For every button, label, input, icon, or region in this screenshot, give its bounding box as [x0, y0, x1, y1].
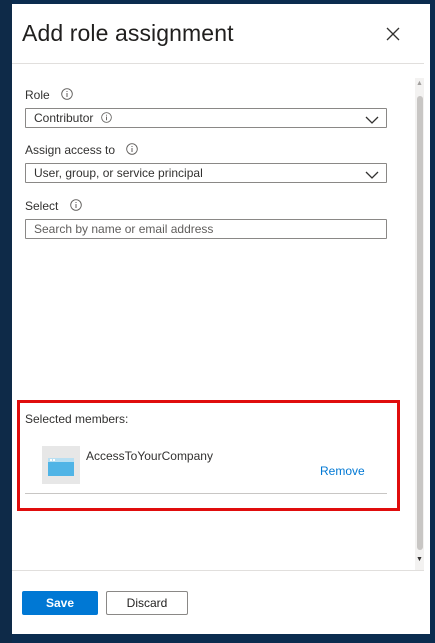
- member-name: AccessToYourCompany: [86, 449, 213, 463]
- scrollbar-thumb[interactable]: [417, 96, 423, 550]
- close-icon[interactable]: [383, 25, 403, 45]
- role-value: Contributor: [34, 111, 94, 125]
- assign-access-value: User, group, or service principal: [34, 166, 203, 180]
- selected-members-label: Selected members:: [25, 412, 129, 426]
- member-divider: [25, 493, 387, 494]
- role-label-row: Role: [25, 88, 73, 103]
- role-assignment-panel: [12, 4, 430, 634]
- header-divider: [12, 63, 424, 64]
- scroll-up-icon[interactable]: ▲: [416, 80, 423, 87]
- search-input[interactable]: Search by name or email address: [25, 219, 387, 239]
- discard-button[interactable]: Discard: [106, 591, 188, 615]
- footer-divider: [12, 570, 424, 571]
- chevron-down-icon: [365, 167, 379, 185]
- select-label-row: Select: [25, 199, 82, 214]
- info-icon[interactable]: [69, 199, 82, 214]
- backdrop-right: [430, 0, 435, 643]
- backdrop-left: [0, 0, 12, 643]
- assign-access-dropdown[interactable]: User, group, or service principal: [25, 163, 387, 183]
- assign-access-label-row: Assign access to: [25, 143, 139, 158]
- search-placeholder: Search by name or email address: [34, 222, 214, 236]
- role-dropdown[interactable]: Contributor: [25, 108, 387, 128]
- chevron-down-icon: [365, 112, 379, 130]
- panel-title: Add role assignment: [22, 20, 234, 46]
- scroll-down-icon[interactable]: ▼: [416, 556, 423, 563]
- save-button[interactable]: Save: [22, 591, 98, 615]
- assign-access-label: Assign access to: [25, 143, 116, 157]
- app-registration-icon: [48, 458, 74, 481]
- info-icon[interactable]: [126, 143, 139, 158]
- role-label: Role: [25, 88, 50, 102]
- select-label: Select: [25, 199, 59, 213]
- info-icon[interactable]: [61, 88, 73, 103]
- info-icon[interactable]: [100, 110, 112, 128]
- remove-member-link[interactable]: Remove: [320, 464, 365, 478]
